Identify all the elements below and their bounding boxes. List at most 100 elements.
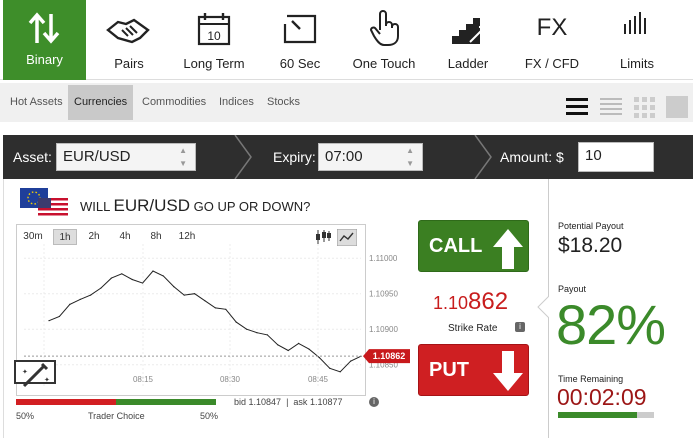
potential-payout-label: Potential Payout — [558, 221, 624, 231]
strike-rate-label: Strike Rate — [448, 323, 498, 334]
sentiment-down-bar — [16, 399, 116, 405]
time-progress-fill — [558, 412, 637, 418]
amount-input[interactable]: 10 — [578, 142, 654, 172]
ladder-icon — [426, 8, 510, 48]
subnav-stocks[interactable]: Stocks — [261, 85, 306, 120]
price-point — [266, 334, 268, 336]
call-button[interactable]: CALL — [418, 220, 529, 272]
price-point — [235, 321, 237, 323]
list-view-icon[interactable] — [566, 96, 588, 123]
price-point — [329, 367, 331, 369]
time-remaining-value: 00:02:09 — [557, 384, 647, 410]
y-tick-label: 1.11000 — [369, 254, 398, 263]
tab-label: 60 Sec — [279, 56, 321, 71]
expiry-value: 07:00 — [325, 148, 363, 165]
tab-label: Limits — [620, 56, 654, 71]
sentiment-left-pct: 50% — [16, 411, 35, 421]
price-point — [183, 294, 185, 296]
clock-icon — [258, 8, 342, 48]
question-suffix: GO UP OR DOWN? — [193, 199, 311, 214]
price-point — [69, 303, 71, 305]
tab-one-touch[interactable]: One Touch — [342, 0, 426, 80]
select-arrows-icon: ▲ ▼ — [406, 146, 414, 168]
subnav-commodities[interactable]: Commodities — [136, 85, 212, 120]
x-tick-label: 08:45 — [308, 375, 329, 384]
tab-binary[interactable]: Binary — [3, 0, 86, 80]
subnav-indices[interactable]: Indices — [213, 85, 260, 120]
price-point — [173, 286, 175, 288]
tab-ladder[interactable]: Ladder — [426, 0, 510, 80]
payout-value: 82% — [556, 293, 666, 356]
potential-payout-value: $18.20 — [558, 234, 623, 257]
asset-label: Asset: — [13, 149, 52, 165]
svg-text:10: 10 — [207, 29, 221, 43]
y-tick-label: 1.10950 — [369, 290, 398, 299]
chevron-separator — [234, 135, 252, 179]
expiry-label: Expiry: — [273, 149, 316, 165]
price-point — [48, 320, 50, 322]
price-point — [152, 270, 154, 272]
asset-select[interactable]: EUR/USD ▲ ▼ — [56, 143, 196, 171]
calendar-icon: 10 — [172, 8, 256, 48]
bid-quote: bid 1.10847 | ask 1.10877 — [234, 397, 343, 407]
price-point — [142, 282, 144, 284]
price-point — [204, 300, 206, 302]
time-progress-track — [558, 412, 654, 418]
svg-text:✦: ✦ — [44, 376, 50, 384]
direction-question: WILL EUR/USD GO UP OR DOWN? — [80, 196, 310, 216]
info-icon[interactable]: i — [369, 397, 379, 407]
price-point — [308, 348, 310, 350]
tab-long-term[interactable]: 10 Long Term — [172, 0, 256, 80]
strike-rate-value: 1.10862 — [433, 288, 508, 316]
tab-label: One Touch — [352, 56, 416, 71]
price-chart-plot: 1.110001.109501.109001.108508:0008:1508:… — [24, 244, 410, 386]
price-point — [287, 349, 289, 352]
tile-view-icon[interactable] — [666, 96, 688, 123]
price-point — [79, 298, 81, 300]
x-tick-label: 08:15 — [133, 375, 154, 384]
price-point — [90, 294, 92, 296]
trading-app: Binary Pairs 10 Long Term 60 Sec One Tou… — [0, 0, 693, 438]
ask-value: 1.10877 — [309, 397, 343, 407]
tab-60-sec[interactable]: 60 Sec — [258, 0, 342, 80]
price-point — [162, 275, 164, 277]
call-label: CALL — [429, 235, 483, 257]
price-point — [339, 371, 341, 373]
magic-wand-icon[interactable]: ✦ ✦ — [14, 360, 56, 390]
sentiment-label: Trader Choice — [88, 411, 145, 421]
chevron-separator — [474, 135, 492, 179]
tab-label: Long Term — [183, 56, 245, 71]
put-button[interactable]: PUT — [418, 344, 529, 396]
put-label: PUT — [429, 359, 469, 381]
tab-fx-cfd[interactable]: FX FX / CFD — [510, 0, 594, 80]
price-point — [121, 273, 123, 275]
tab-limits[interactable]: Limits — [594, 0, 680, 80]
info-icon[interactable]: i — [515, 322, 525, 332]
tab-label: Pairs — [114, 56, 144, 71]
y-tick-label: 1.10900 — [369, 325, 398, 334]
subnav-hot-assets[interactable]: Hot Assets — [4, 85, 69, 120]
compact-list-icon[interactable] — [600, 96, 622, 123]
tab-label: FX / CFD — [524, 56, 580, 71]
bars-icon — [594, 8, 680, 48]
tab-label: Binary — [26, 52, 63, 67]
tab-pairs[interactable]: Pairs — [88, 0, 170, 80]
fx-icon: FX — [536, 14, 568, 41]
grid-view-icon[interactable] — [633, 96, 655, 123]
expiry-select[interactable]: 07:00 ▲ ▼ — [318, 143, 423, 171]
strike-prefix: 1.10 — [433, 293, 469, 313]
svg-text:✦: ✦ — [22, 368, 28, 376]
price-point — [256, 332, 258, 334]
eur-usd-flags-icon — [20, 188, 68, 218]
price-point — [350, 360, 352, 362]
subnav-currencies[interactable]: Currencies — [68, 85, 134, 120]
product-tabs: Binary Pairs 10 Long Term 60 Sec One Tou… — [0, 0, 693, 80]
asset-value: EUR/USD — [63, 148, 131, 165]
current-price-label: 1.10862 — [373, 351, 406, 361]
price-point — [100, 287, 102, 289]
price-point — [194, 293, 196, 295]
question-pair: EUR/USD — [113, 196, 190, 215]
sentiment-right-pct: 50% — [200, 411, 219, 421]
price-point — [318, 357, 320, 359]
price-point — [131, 278, 133, 281]
